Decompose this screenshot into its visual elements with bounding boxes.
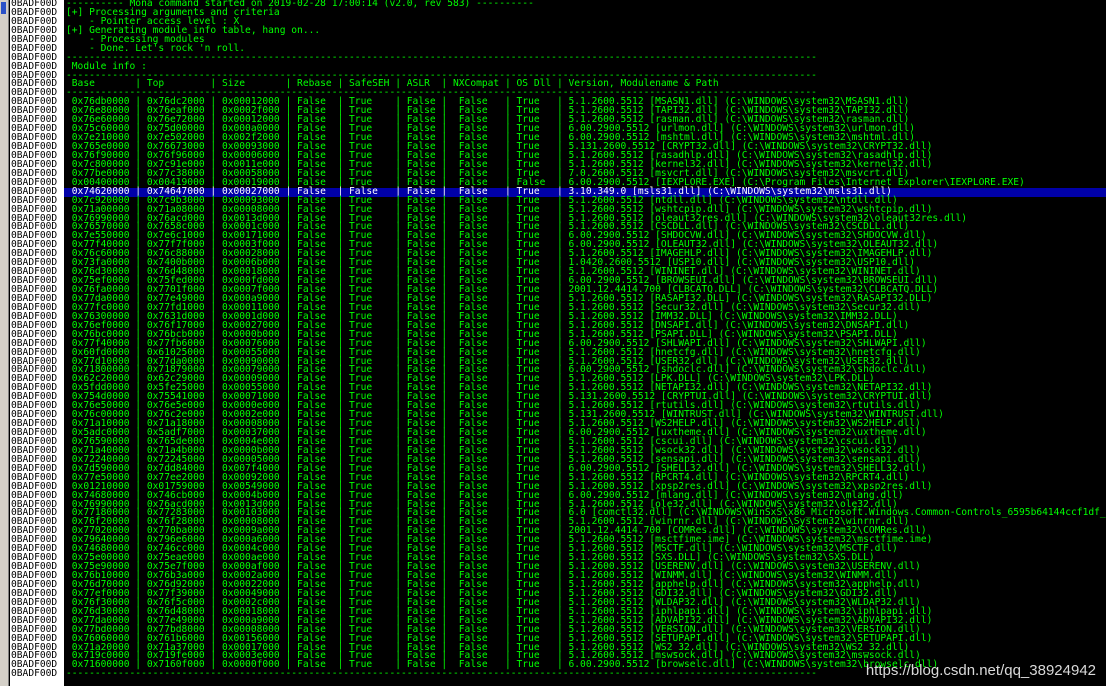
log-line[interactable]: ----------------------------------------…: [64, 52, 1106, 63]
address-cell: 0BADF00D: [11, 668, 58, 680]
scrollbar-thumb[interactable]: [1, 2, 6, 14]
address-column: 0BADF00D 0BADF00D 0BADF00D 0BADF00D 0BADF00D…: [10, 0, 64, 686]
watermark: https://blog.csdn.net/qq_38924942: [865, 662, 1096, 680]
log-output: ---------- Mona command started on 2019-…: [64, 0, 1106, 686]
scrollbar[interactable]: [0, 0, 9, 686]
mona-log-window: 0BADF00D 0BADF00D 0BADF00D 0BADF00D 0BADF00D…: [0, 0, 1106, 686]
log-line[interactable]: [+] Generating module info table, hang o…: [64, 26, 1106, 36]
